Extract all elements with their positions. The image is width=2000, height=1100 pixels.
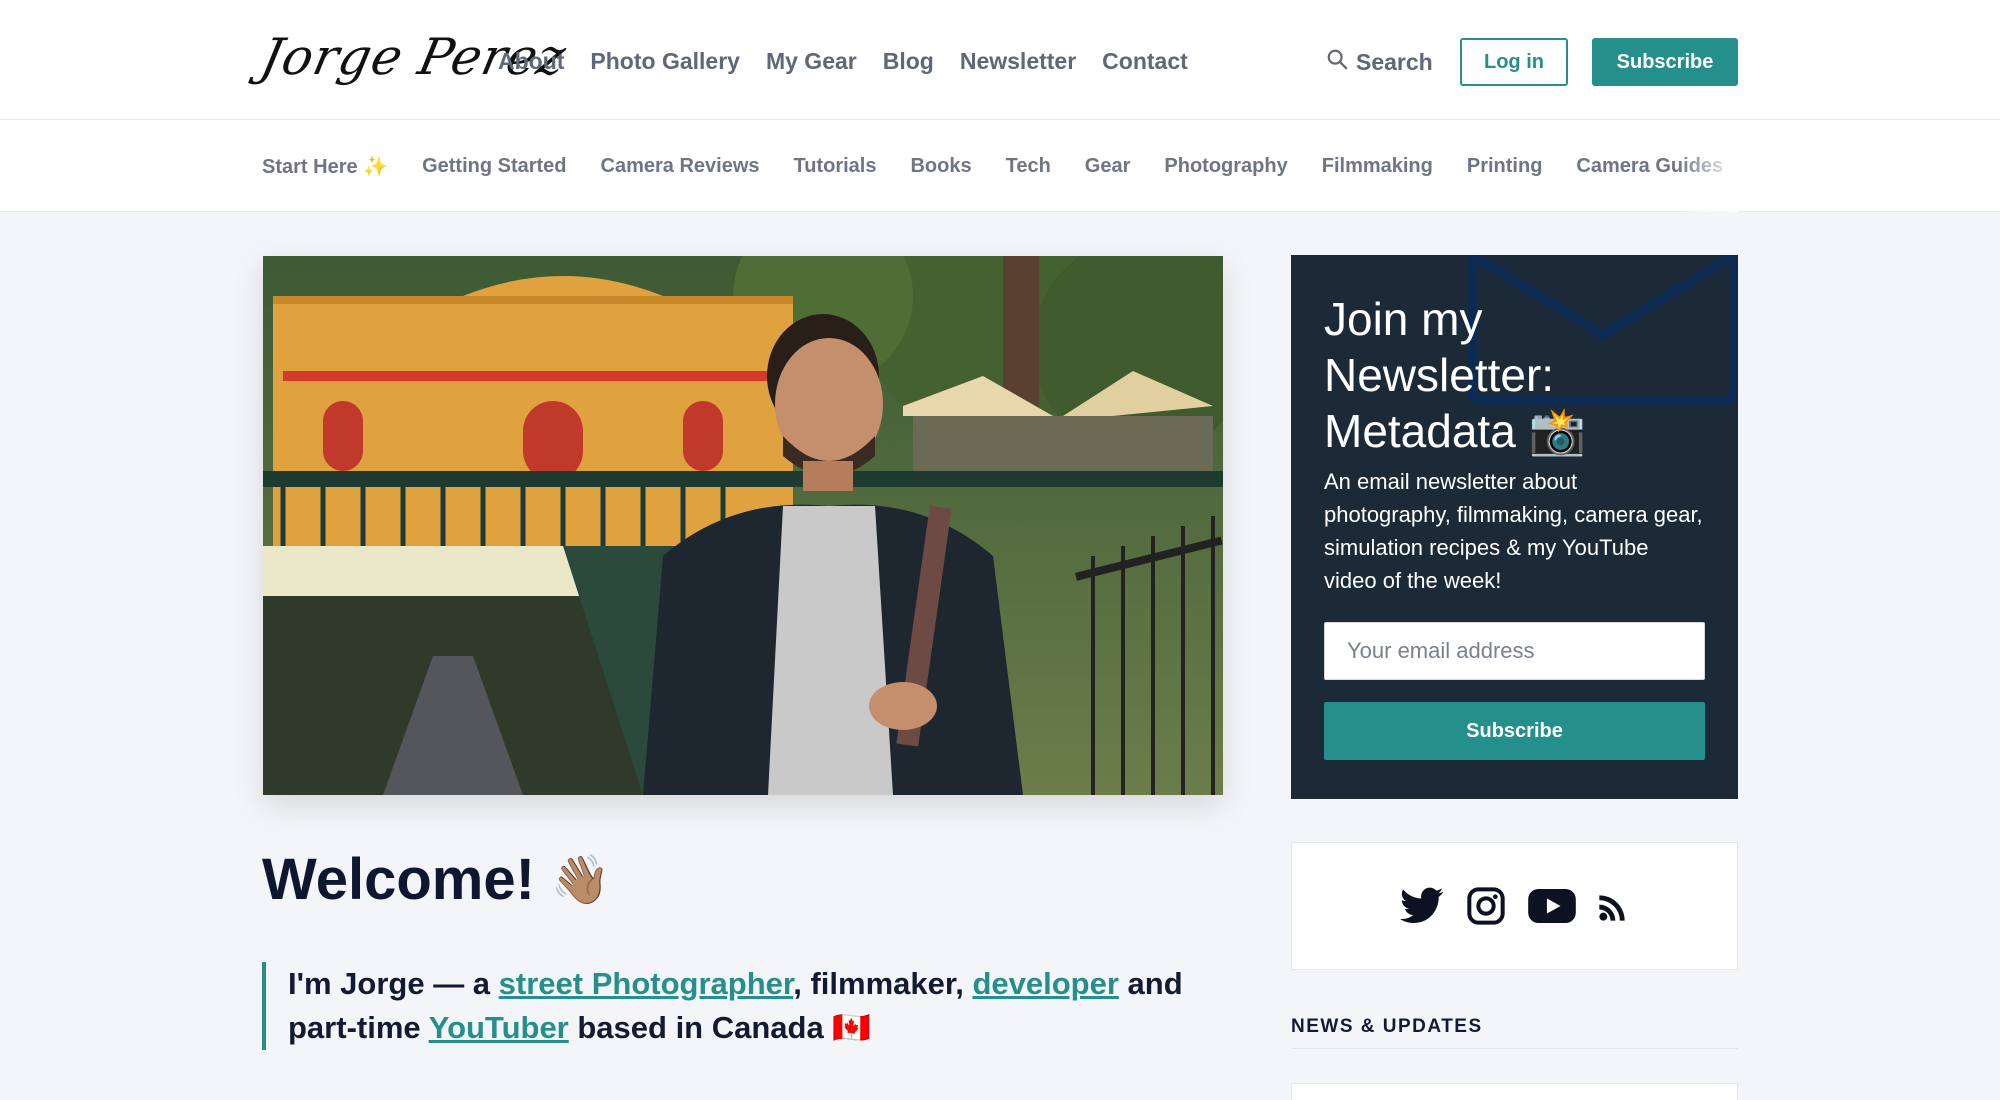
welcome-heading: Welcome! 👋🏽 [262,846,611,913]
intro-text-1: I'm Jorge — a [288,966,499,1001]
site-logo[interactable]: Jorge Perez [256,22,572,98]
nav-contact[interactable]: Contact [1102,48,1188,75]
category-fade [1678,120,1738,212]
intro-text-2: , filmmaker, [793,966,973,1001]
youtube-icon[interactable] [1527,889,1576,923]
category-gear[interactable]: Gear [1085,155,1131,178]
category-nav: Start Here ✨ Getting Started Camera Revi… [262,120,1738,212]
hero-photo [263,256,1223,795]
category-photography[interactable]: Photography [1164,155,1287,178]
category-printing[interactable]: Printing [1467,155,1543,178]
divider [1291,1048,1738,1049]
news-updates-heading: NEWS & UPDATES [1291,1016,1483,1037]
site-header: Jorge Perez About Photo Gallery My Gear … [0,0,2000,120]
category-filmmaking[interactable]: Filmmaking [1322,155,1433,178]
search-icon [1326,48,1348,76]
nav-blog[interactable]: Blog [883,48,934,75]
rss-icon[interactable] [1598,890,1630,922]
youtuber-link[interactable]: YouTuber [429,1010,569,1045]
welcome-title: Welcome! [262,847,535,912]
wave-emoji: 👋🏽 [550,854,611,907]
email-field[interactable] [1324,622,1705,680]
category-tutorials[interactable]: Tutorials [794,155,877,178]
category-tech[interactable]: Tech [1006,155,1051,178]
hero-photo-illustration [263,256,1223,795]
nav-about[interactable]: About [498,48,564,75]
social-links [1291,842,1738,970]
category-getting-started[interactable]: Getting Started [422,155,566,178]
instagram-icon[interactable] [1466,886,1506,926]
newsletter-subscribe-button[interactable]: Subscribe [1324,702,1705,760]
subscribe-button[interactable]: Subscribe [1592,38,1738,86]
category-camera-reviews[interactable]: Camera Reviews [601,155,760,178]
category-scroll[interactable]: Start Here ✨ Getting Started Camera Revi… [262,120,1738,212]
newsletter-description: An email newsletter about photography, f… [1324,469,1703,593]
intro-quote: I'm Jorge — a street Photographer, filmm… [262,962,1222,1050]
twitter-icon[interactable] [1399,886,1444,926]
nav-my-gear[interactable]: My Gear [766,48,857,75]
category-start-here[interactable]: Start Here ✨ [262,154,388,179]
category-bar: Start Here ✨ Getting Started Camera Revi… [0,120,2000,212]
news-updates-card[interactable] [1291,1083,1738,1100]
nav-newsletter[interactable]: Newsletter [960,48,1076,75]
newsletter-title: Join my Newsletter: Metadata 📸 [1324,293,1586,457]
developer-link[interactable]: developer [972,966,1118,1001]
search-button[interactable]: Search [1326,48,1433,76]
street-photographer-link[interactable]: street Photographer [499,966,794,1001]
main-nav: About Photo Gallery My Gear Blog Newslet… [498,48,1188,75]
login-button[interactable]: Log in [1460,38,1568,86]
newsletter-box: Join my Newsletter: Metadata 📸 An email … [1291,255,1738,799]
nav-photo-gallery[interactable]: Photo Gallery [590,48,740,75]
category-books[interactable]: Books [910,155,971,178]
intro-text-4: based in Canada 🇨🇦 [568,1010,871,1045]
search-label: Search [1356,48,1433,75]
